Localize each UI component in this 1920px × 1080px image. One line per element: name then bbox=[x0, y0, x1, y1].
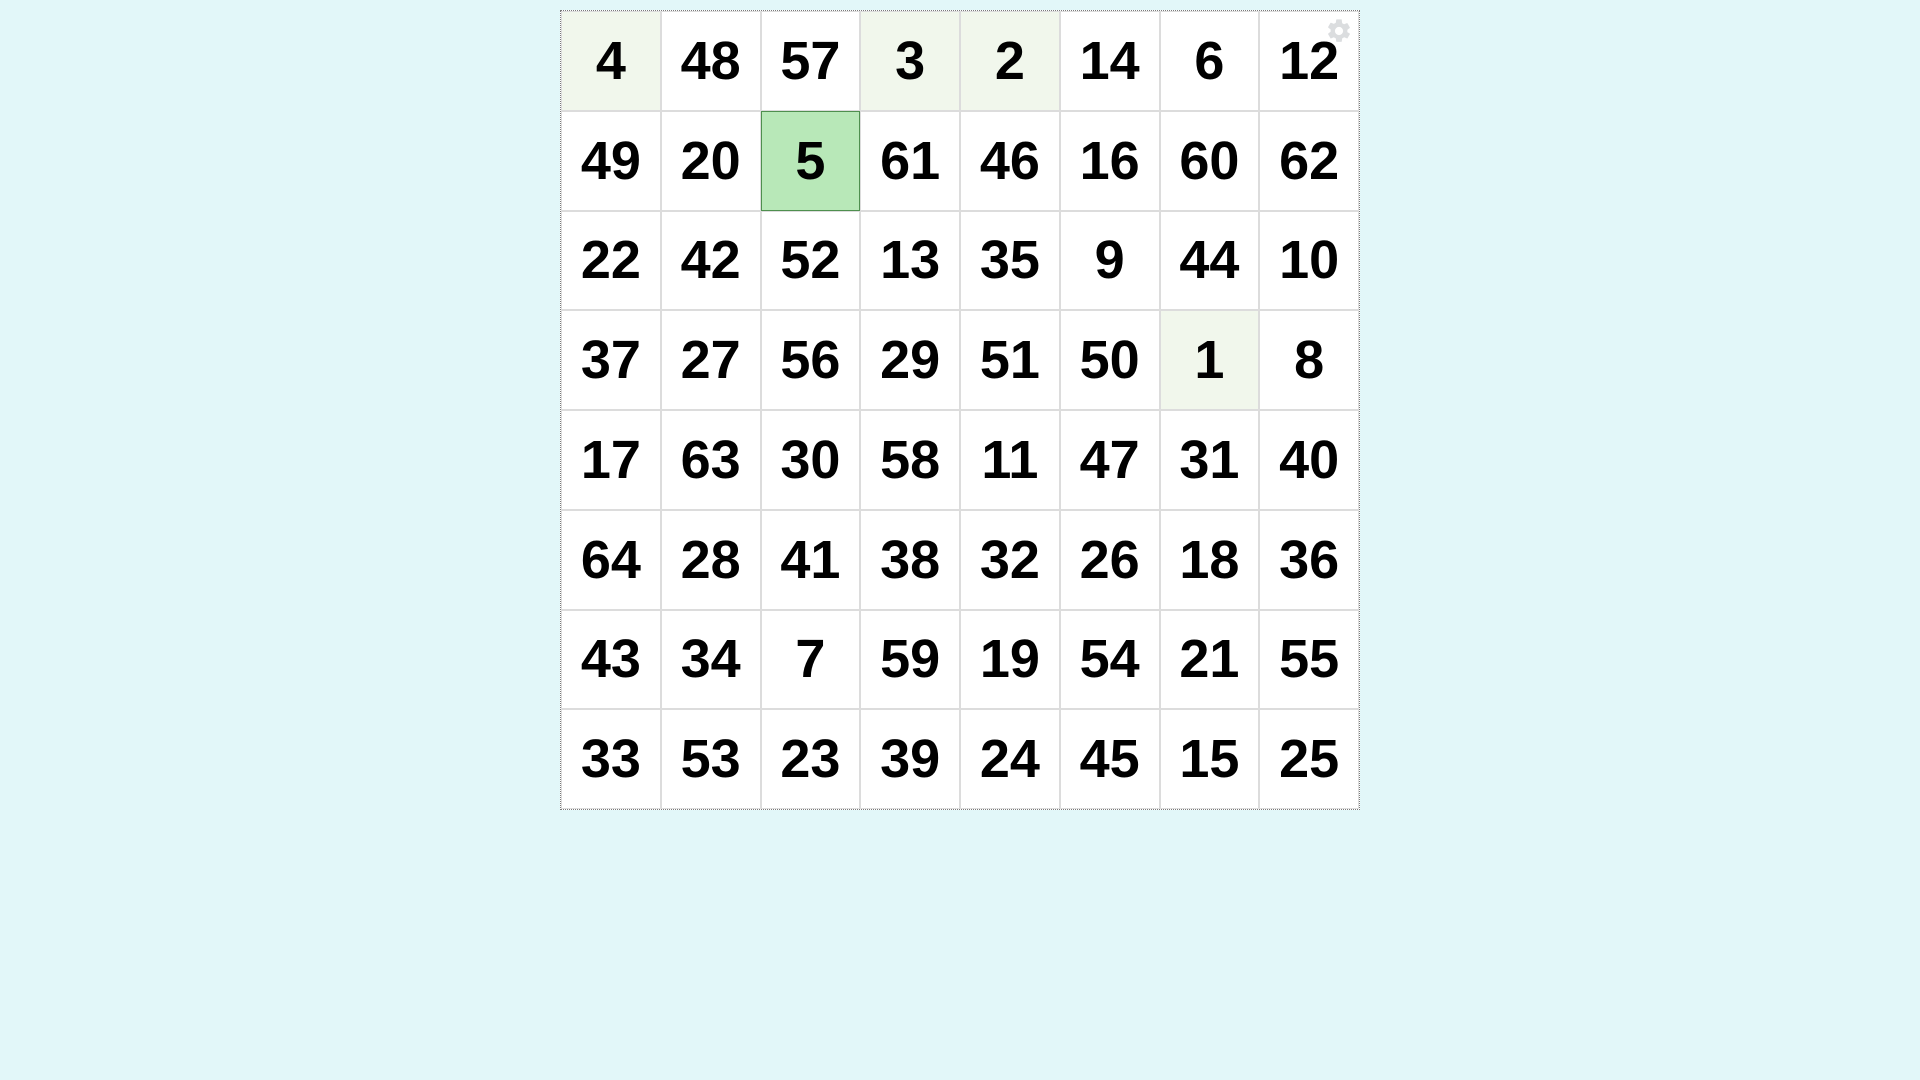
cell-10[interactable]: 10 bbox=[1259, 211, 1359, 311]
cell-47[interactable]: 47 bbox=[1060, 410, 1160, 510]
cell-28[interactable]: 28 bbox=[661, 510, 761, 610]
cell-63[interactable]: 63 bbox=[661, 410, 761, 510]
cell-41[interactable]: 41 bbox=[761, 510, 861, 610]
cell-62[interactable]: 62 bbox=[1259, 111, 1359, 211]
cell-33[interactable]: 33 bbox=[561, 709, 661, 809]
cell-27[interactable]: 27 bbox=[661, 310, 761, 410]
cell-21[interactable]: 21 bbox=[1160, 610, 1260, 710]
cell-4[interactable]: 4 bbox=[561, 11, 661, 111]
cell-9[interactable]: 9 bbox=[1060, 211, 1160, 311]
cell-38[interactable]: 38 bbox=[860, 510, 960, 610]
cell-45[interactable]: 45 bbox=[1060, 709, 1160, 809]
cell-26[interactable]: 26 bbox=[1060, 510, 1160, 610]
cell-17[interactable]: 17 bbox=[561, 410, 661, 510]
cell-30[interactable]: 30 bbox=[761, 410, 861, 510]
cell-20[interactable]: 20 bbox=[661, 111, 761, 211]
cell-37[interactable]: 37 bbox=[561, 310, 661, 410]
cell-64[interactable]: 64 bbox=[561, 510, 661, 610]
cell-48[interactable]: 48 bbox=[661, 11, 761, 111]
cell-13[interactable]: 13 bbox=[860, 211, 960, 311]
cell-44[interactable]: 44 bbox=[1160, 211, 1260, 311]
cell-54[interactable]: 54 bbox=[1060, 610, 1160, 710]
cell-5[interactable]: 5 bbox=[761, 111, 861, 211]
cell-29[interactable]: 29 bbox=[860, 310, 960, 410]
cell-40[interactable]: 40 bbox=[1259, 410, 1359, 510]
cell-3[interactable]: 3 bbox=[860, 11, 960, 111]
cell-6[interactable]: 6 bbox=[1160, 11, 1260, 111]
cell-23[interactable]: 23 bbox=[761, 709, 861, 809]
cell-7[interactable]: 7 bbox=[761, 610, 861, 710]
cell-42[interactable]: 42 bbox=[661, 211, 761, 311]
schulte-board: 4485732146124920561461660622242521335944… bbox=[560, 10, 1360, 810]
cell-57[interactable]: 57 bbox=[761, 11, 861, 111]
cell-8[interactable]: 8 bbox=[1259, 310, 1359, 410]
cell-36[interactable]: 36 bbox=[1259, 510, 1359, 610]
cell-34[interactable]: 34 bbox=[661, 610, 761, 710]
cell-50[interactable]: 50 bbox=[1060, 310, 1160, 410]
cell-52[interactable]: 52 bbox=[761, 211, 861, 311]
cell-15[interactable]: 15 bbox=[1160, 709, 1260, 809]
cell-18[interactable]: 18 bbox=[1160, 510, 1260, 610]
game-stage: 4485732146124920561461660622242521335944… bbox=[0, 0, 1920, 1080]
cell-25[interactable]: 25 bbox=[1259, 709, 1359, 809]
cell-32[interactable]: 32 bbox=[960, 510, 1060, 610]
cell-58[interactable]: 58 bbox=[860, 410, 960, 510]
cell-2[interactable]: 2 bbox=[960, 11, 1060, 111]
cell-46[interactable]: 46 bbox=[960, 111, 1060, 211]
cell-24[interactable]: 24 bbox=[960, 709, 1060, 809]
cell-31[interactable]: 31 bbox=[1160, 410, 1260, 510]
cell-1[interactable]: 1 bbox=[1160, 310, 1260, 410]
cell-11[interactable]: 11 bbox=[960, 410, 1060, 510]
cell-59[interactable]: 59 bbox=[860, 610, 960, 710]
cell-16[interactable]: 16 bbox=[1060, 111, 1160, 211]
cell-60[interactable]: 60 bbox=[1160, 111, 1260, 211]
gear-icon[interactable] bbox=[1325, 17, 1353, 45]
cell-53[interactable]: 53 bbox=[661, 709, 761, 809]
cell-55[interactable]: 55 bbox=[1259, 610, 1359, 710]
cell-35[interactable]: 35 bbox=[960, 211, 1060, 311]
cell-61[interactable]: 61 bbox=[860, 111, 960, 211]
cell-22[interactable]: 22 bbox=[561, 211, 661, 311]
cell-39[interactable]: 39 bbox=[860, 709, 960, 809]
cell-43[interactable]: 43 bbox=[561, 610, 661, 710]
cell-56[interactable]: 56 bbox=[761, 310, 861, 410]
cell-14[interactable]: 14 bbox=[1060, 11, 1160, 111]
cell-51[interactable]: 51 bbox=[960, 310, 1060, 410]
cell-19[interactable]: 19 bbox=[960, 610, 1060, 710]
cell-49[interactable]: 49 bbox=[561, 111, 661, 211]
